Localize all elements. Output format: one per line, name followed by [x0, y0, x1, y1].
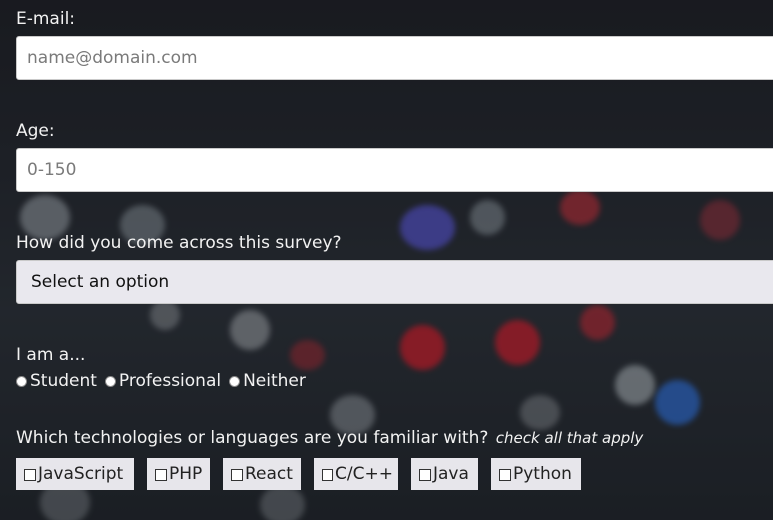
role-label: I am a... — [16, 345, 86, 365]
role-option-label: Student — [30, 371, 97, 391]
role-radio-group: Student Professional Neither — [16, 371, 314, 391]
tech-option-python[interactable]: Python — [491, 458, 581, 490]
survey-source-selected-value: Select an option — [31, 272, 170, 292]
tech-option-label: React — [245, 464, 293, 484]
tech-option-label: C/C++ — [335, 464, 393, 484]
checkbox[interactable] — [155, 469, 167, 481]
survey-source-select[interactable]: Select an option — [16, 260, 773, 304]
role-option-neither[interactable]: Neither — [229, 371, 306, 391]
tech-option-label: PHP — [169, 464, 203, 484]
checkbox[interactable] — [499, 469, 511, 481]
role-option-label: Neither — [243, 371, 306, 391]
email-label: E-mail: — [16, 9, 76, 29]
checkbox[interactable] — [322, 469, 334, 481]
tech-option-react[interactable]: React — [223, 458, 301, 490]
checkbox[interactable] — [231, 469, 243, 481]
tech-option-php[interactable]: PHP — [147, 458, 210, 490]
tech-option-c-cpp[interactable]: C/C++ — [314, 458, 398, 490]
survey-source-label: How did you come across this survey? — [16, 233, 342, 253]
tech-option-java[interactable]: Java — [411, 458, 478, 490]
checkbox[interactable] — [24, 469, 36, 481]
radio-button[interactable] — [104, 375, 116, 387]
email-field[interactable] — [16, 36, 773, 80]
technologies-hint: check all that apply — [495, 429, 644, 447]
role-option-student[interactable]: Student — [16, 371, 97, 391]
tech-option-label: JavaScript — [38, 464, 124, 484]
radio-button[interactable] — [229, 375, 241, 387]
tech-option-javascript[interactable]: JavaScript — [16, 458, 134, 490]
radio-button[interactable] — [16, 375, 27, 387]
technologies-question: Which technologies or languages are you … — [16, 428, 489, 448]
tech-option-label: Python — [513, 464, 572, 484]
tech-option-label: Java — [433, 464, 469, 484]
role-option-professional[interactable]: Professional — [104, 371, 222, 391]
age-field[interactable] — [16, 148, 773, 192]
checkbox[interactable] — [419, 469, 431, 481]
technologies-checkbox-group: JavaScript PHP React C/C++ Java Python — [16, 458, 594, 490]
technologies-label: Which technologies or languages are you … — [16, 428, 643, 448]
age-label: Age: — [16, 121, 55, 141]
role-option-label: Professional — [118, 371, 222, 391]
